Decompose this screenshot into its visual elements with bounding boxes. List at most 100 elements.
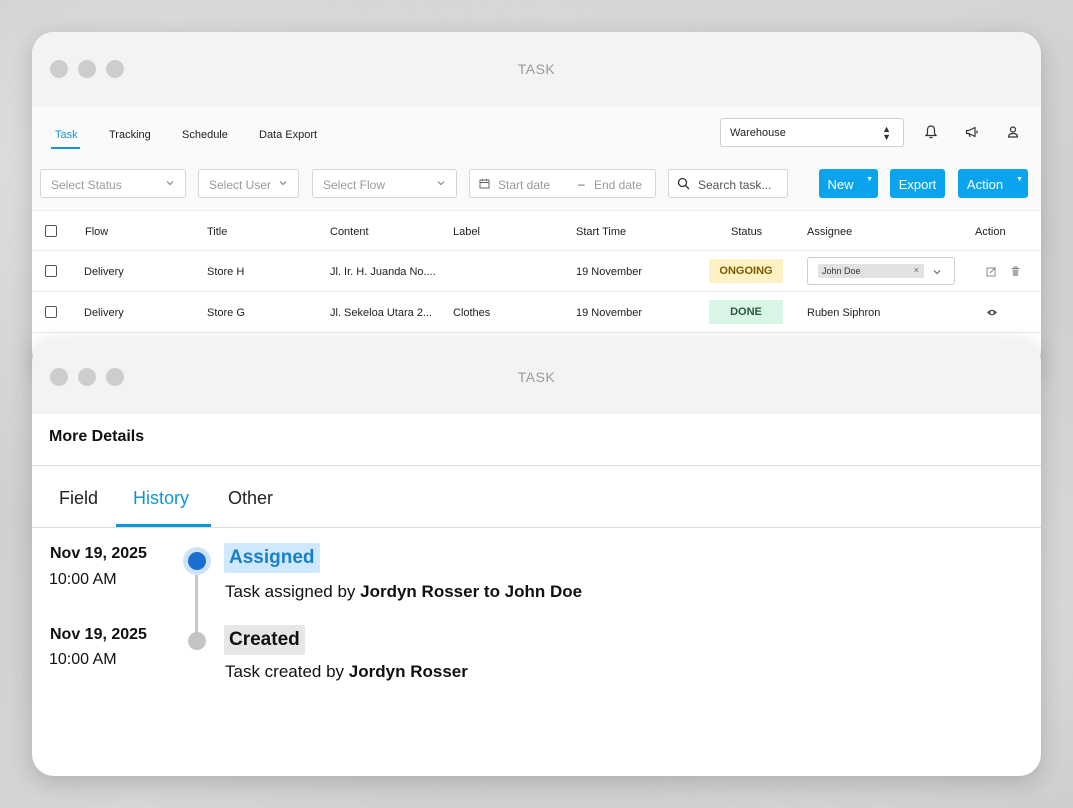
- select-all-checkbox[interactable]: [45, 225, 57, 237]
- warehouse-select-value: Warehouse: [730, 127, 786, 139]
- cell-flow: Delivery: [84, 266, 124, 278]
- status-badge: DONE: [709, 300, 783, 324]
- cell-title: Store H: [207, 266, 245, 278]
- tab-data-export[interactable]: Data Export: [259, 129, 317, 141]
- cell-assignee: Ruben Siphron: [807, 307, 881, 319]
- titlebar: TASK: [32, 340, 1041, 414]
- tab-task[interactable]: Task: [55, 129, 78, 141]
- end-date-placeholder: End date: [594, 178, 643, 192]
- export-button-label: Export: [898, 177, 937, 192]
- active-tab-indicator: [116, 524, 211, 527]
- tab-field[interactable]: Field: [59, 488, 98, 509]
- details-title: More Details: [49, 428, 145, 445]
- history-description-prefix: Task assigned by: [225, 582, 356, 601]
- column-header-title[interactable]: Title: [207, 226, 227, 238]
- cell-start-time: 19 November: [576, 266, 643, 278]
- eye-icon[interactable]: [986, 308, 998, 317]
- search-icon: [677, 177, 690, 190]
- window-title: TASK: [517, 61, 556, 77]
- timeline-dot-inactive: [188, 632, 206, 650]
- remove-chip-icon[interactable]: ×: [914, 265, 919, 275]
- filter-bar: Select Status Select User Select Flow St…: [32, 162, 1041, 210]
- row-checkbox[interactable]: [45, 265, 57, 277]
- cell-start-time: 19 November: [576, 307, 643, 319]
- tab-schedule[interactable]: Schedule: [182, 129, 228, 141]
- cell-label: Clothes: [453, 307, 491, 319]
- chevron-down-icon: [933, 270, 941, 275]
- column-header-status[interactable]: Status: [731, 226, 762, 238]
- user-icon[interactable]: [1005, 124, 1021, 140]
- history-date: Nov 19, 2025: [50, 626, 147, 643]
- window-title: TASK: [517, 369, 556, 385]
- user-filter-placeholder: Select User: [209, 178, 272, 192]
- assignee-chip: John Doe ×: [818, 264, 924, 278]
- trash-icon[interactable]: [1010, 266, 1021, 277]
- titlebar: TASK: [32, 32, 1041, 106]
- history-time: 10:00 AM: [49, 571, 117, 588]
- new-button-label: New: [827, 177, 854, 192]
- column-header-label[interactable]: Label: [453, 226, 480, 238]
- export-button[interactable]: Export: [890, 169, 945, 198]
- caret-down-icon[interactable]: ▼: [1016, 176, 1023, 183]
- tab-history[interactable]: History: [133, 488, 189, 509]
- row-checkbox[interactable]: [45, 306, 57, 318]
- flow-filter-placeholder: Select Flow: [323, 178, 386, 192]
- history-time: 10:00 AM: [49, 651, 117, 668]
- megaphone-icon[interactable]: [964, 124, 980, 140]
- table-header: Flow Title Content Label Start Time Stat…: [32, 210, 1041, 251]
- history-description-actor: Jordyn Rosser to John Doe: [360, 582, 583, 601]
- cell-title: Store G: [207, 307, 245, 319]
- details-tabs: Field History Other: [32, 466, 1041, 528]
- history-date: Nov 19, 2025: [50, 545, 147, 562]
- date-separator: –: [578, 177, 585, 191]
- new-button[interactable]: New ▼: [819, 169, 878, 198]
- column-header-assignee[interactable]: Assignee: [807, 226, 852, 238]
- column-header-start-time[interactable]: Start Time: [576, 226, 626, 238]
- table-row[interactable]: Delivery Store H Jl. Ir. H. Juanda No...…: [32, 251, 1041, 292]
- chevron-down-icon: [437, 181, 445, 186]
- history-description: Task created by Jordyn Rosser: [225, 662, 468, 682]
- status-filter-select[interactable]: Select Status: [40, 169, 186, 198]
- user-filter-select[interactable]: Select User: [198, 169, 299, 198]
- start-date-placeholder: Start date: [498, 178, 551, 192]
- chevron-down-icon: [279, 181, 287, 186]
- event-tag-assigned: Assigned: [224, 543, 320, 573]
- tab-other[interactable]: Other: [228, 488, 273, 509]
- column-header-content[interactable]: Content: [330, 226, 369, 238]
- action-button-label: Action: [966, 177, 1004, 192]
- edit-icon[interactable]: [986, 266, 997, 277]
- caret-down-icon[interactable]: ▼: [866, 176, 873, 183]
- cell-content: Jl. Sekeloa Utara 2...: [330, 307, 433, 319]
- sort-arrows-icon: ▲ ▼: [882, 124, 891, 142]
- history-description: Task assigned by Jordyn Rosser to John D…: [225, 582, 582, 602]
- action-button[interactable]: Action ▼: [958, 169, 1028, 198]
- date-range-picker[interactable]: Start date – End date: [469, 169, 656, 198]
- details-window: TASK More Details Field History Other No…: [32, 340, 1041, 776]
- search-placeholder: Search task...: [698, 178, 772, 192]
- cell-flow: Delivery: [84, 307, 124, 319]
- history-description-prefix: Task created by: [225, 662, 345, 681]
- details-header: More Details: [32, 414, 1041, 466]
- bell-icon[interactable]: [923, 124, 939, 140]
- chevron-down-icon: [166, 181, 174, 186]
- search-input[interactable]: Search task...: [668, 169, 788, 198]
- event-tag-created: Created: [224, 625, 305, 655]
- calendar-icon: [479, 179, 490, 189]
- timeline-connector: [195, 564, 198, 640]
- assignee-select[interactable]: John Doe ×: [807, 257, 955, 285]
- column-header-action[interactable]: Action: [975, 226, 1006, 238]
- cell-content: Jl. Ir. H. Juanda No....: [330, 266, 436, 278]
- task-window: TASK Task Tracking Schedule Data Export …: [32, 32, 1041, 372]
- timeline-dot-active: [183, 547, 211, 575]
- warehouse-select[interactable]: Warehouse ▲ ▼: [720, 118, 904, 147]
- assignee-chip-label: John Doe: [822, 266, 861, 276]
- column-header-flow[interactable]: Flow: [85, 226, 108, 238]
- status-filter-placeholder: Select Status: [51, 178, 122, 192]
- tab-tracking[interactable]: Tracking: [109, 129, 151, 141]
- flow-filter-select[interactable]: Select Flow: [312, 169, 457, 198]
- table-row[interactable]: Delivery Store G Jl. Sekeloa Utara 2... …: [32, 292, 1041, 333]
- history-description-actor: Jordyn Rosser: [348, 662, 468, 681]
- active-tab-indicator: [51, 147, 80, 149]
- top-nav: Task Tracking Schedule Data Export Wareh…: [32, 106, 1041, 162]
- status-badge: ONGOING: [709, 259, 783, 283]
